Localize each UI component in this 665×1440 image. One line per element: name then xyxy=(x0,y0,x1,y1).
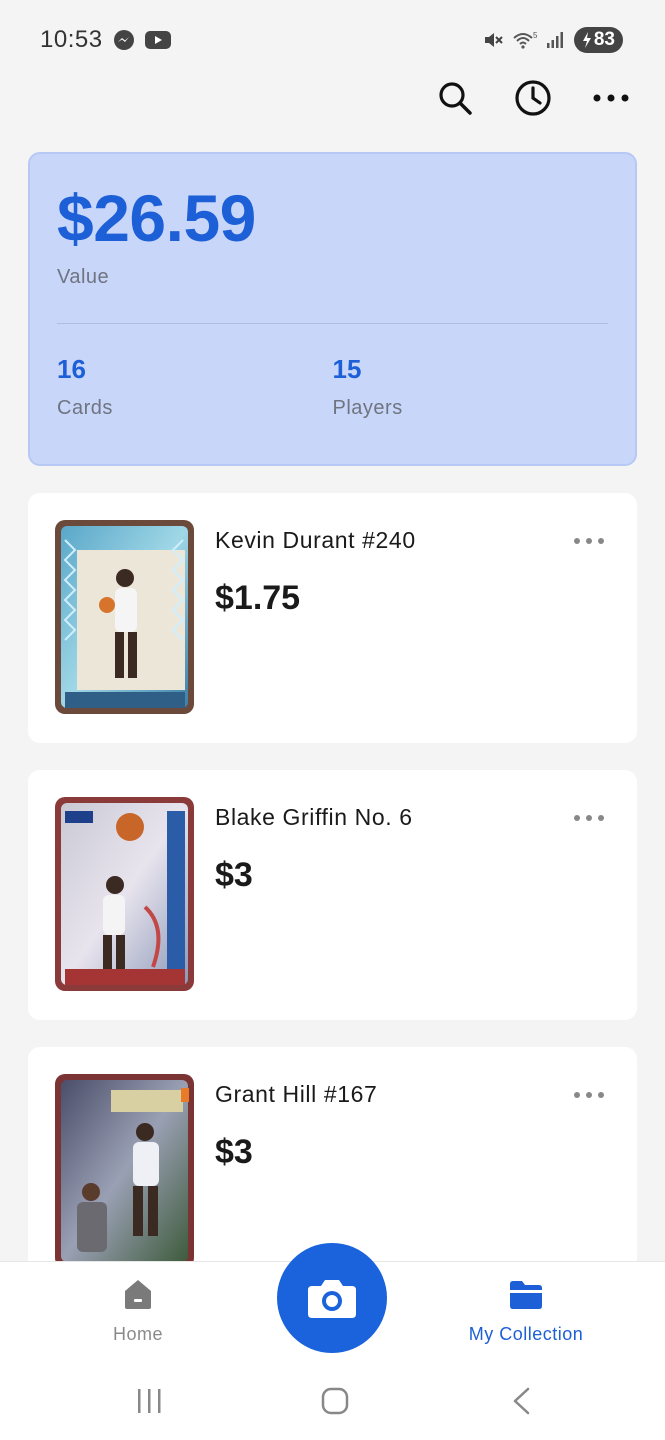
history-icon xyxy=(515,80,551,116)
more-icon xyxy=(574,538,604,544)
nav-home-label: Home xyxy=(112,1324,163,1344)
battery-level: 83 xyxy=(593,29,615,50)
nav-my-collection-label: My Collection xyxy=(468,1324,584,1344)
recent-apps-icon xyxy=(138,1389,161,1413)
signal-icon xyxy=(546,31,566,49)
top-actions xyxy=(435,76,631,120)
back-button[interactable] xyxy=(510,1385,534,1417)
card-list-item[interactable]: Kevin Durant #240 $1.75 xyxy=(28,493,637,743)
players-label: Players xyxy=(332,397,403,419)
nav-my-collection[interactable]: My Collection xyxy=(426,1262,626,1372)
card-thumbnail xyxy=(55,520,194,714)
recent-apps-button[interactable] xyxy=(136,1385,164,1417)
mute-icon xyxy=(482,29,504,51)
charging-icon xyxy=(582,32,591,48)
card-thumbnail xyxy=(55,797,194,991)
folder-icon xyxy=(508,1274,544,1314)
status-left: 10:53 xyxy=(40,26,171,54)
card-price: $1.75 xyxy=(215,579,301,617)
collection-summary: $26.59 Value 16 Cards 15 Players xyxy=(28,152,637,466)
system-nav-bar xyxy=(0,1371,665,1440)
scan-card-button[interactable] xyxy=(277,1243,387,1353)
status-right: 5 83 xyxy=(482,27,623,53)
search-button[interactable] xyxy=(435,76,475,120)
summary-divider xyxy=(57,323,608,324)
battery-indicator: 83 xyxy=(573,27,623,53)
wifi-icon: 5 xyxy=(512,30,538,50)
total-value: $26.59 xyxy=(57,181,256,255)
card-name: Kevin Durant #240 xyxy=(215,527,416,553)
more-icon xyxy=(574,1092,604,1098)
card-thumbnail xyxy=(55,1074,194,1268)
youtube-icon xyxy=(144,30,171,50)
more-icon xyxy=(593,94,629,102)
home-icon xyxy=(121,1274,155,1314)
card-more-button[interactable] xyxy=(571,808,607,828)
summary-stats: 16 Cards 15 Players xyxy=(57,354,608,420)
history-button[interactable] xyxy=(513,76,553,120)
home-circle-icon xyxy=(321,1387,349,1415)
messenger-icon xyxy=(113,29,135,51)
cards-count: 16 xyxy=(57,354,86,384)
card-name: Grant Hill #167 xyxy=(215,1081,378,1107)
nav-home[interactable]: Home xyxy=(38,1262,238,1372)
value-label: Value xyxy=(57,266,110,288)
card-list-item[interactable]: Blake Griffin No. 6 $3 xyxy=(28,770,637,1020)
back-icon xyxy=(513,1387,530,1415)
card-name: Blake Griffin No. 6 xyxy=(215,804,413,830)
svg-text:5: 5 xyxy=(533,31,538,40)
card-price: $3 xyxy=(215,856,253,894)
card-more-button[interactable] xyxy=(571,1085,607,1105)
status-bar: 10:53 5 83 xyxy=(0,0,665,80)
card-more-button[interactable] xyxy=(571,531,607,551)
status-time: 10:53 xyxy=(40,26,103,53)
more-options-button[interactable] xyxy=(591,76,631,120)
players-count: 15 xyxy=(332,354,362,384)
card-price: $3 xyxy=(215,1133,253,1171)
cards-stat: 16 Cards xyxy=(57,354,333,420)
more-icon xyxy=(574,815,604,821)
search-icon xyxy=(439,82,472,115)
cards-label: Cards xyxy=(57,397,113,419)
camera-icon xyxy=(308,1280,356,1318)
home-system-button[interactable] xyxy=(320,1385,350,1417)
players-stat: 15 Players xyxy=(333,354,609,420)
